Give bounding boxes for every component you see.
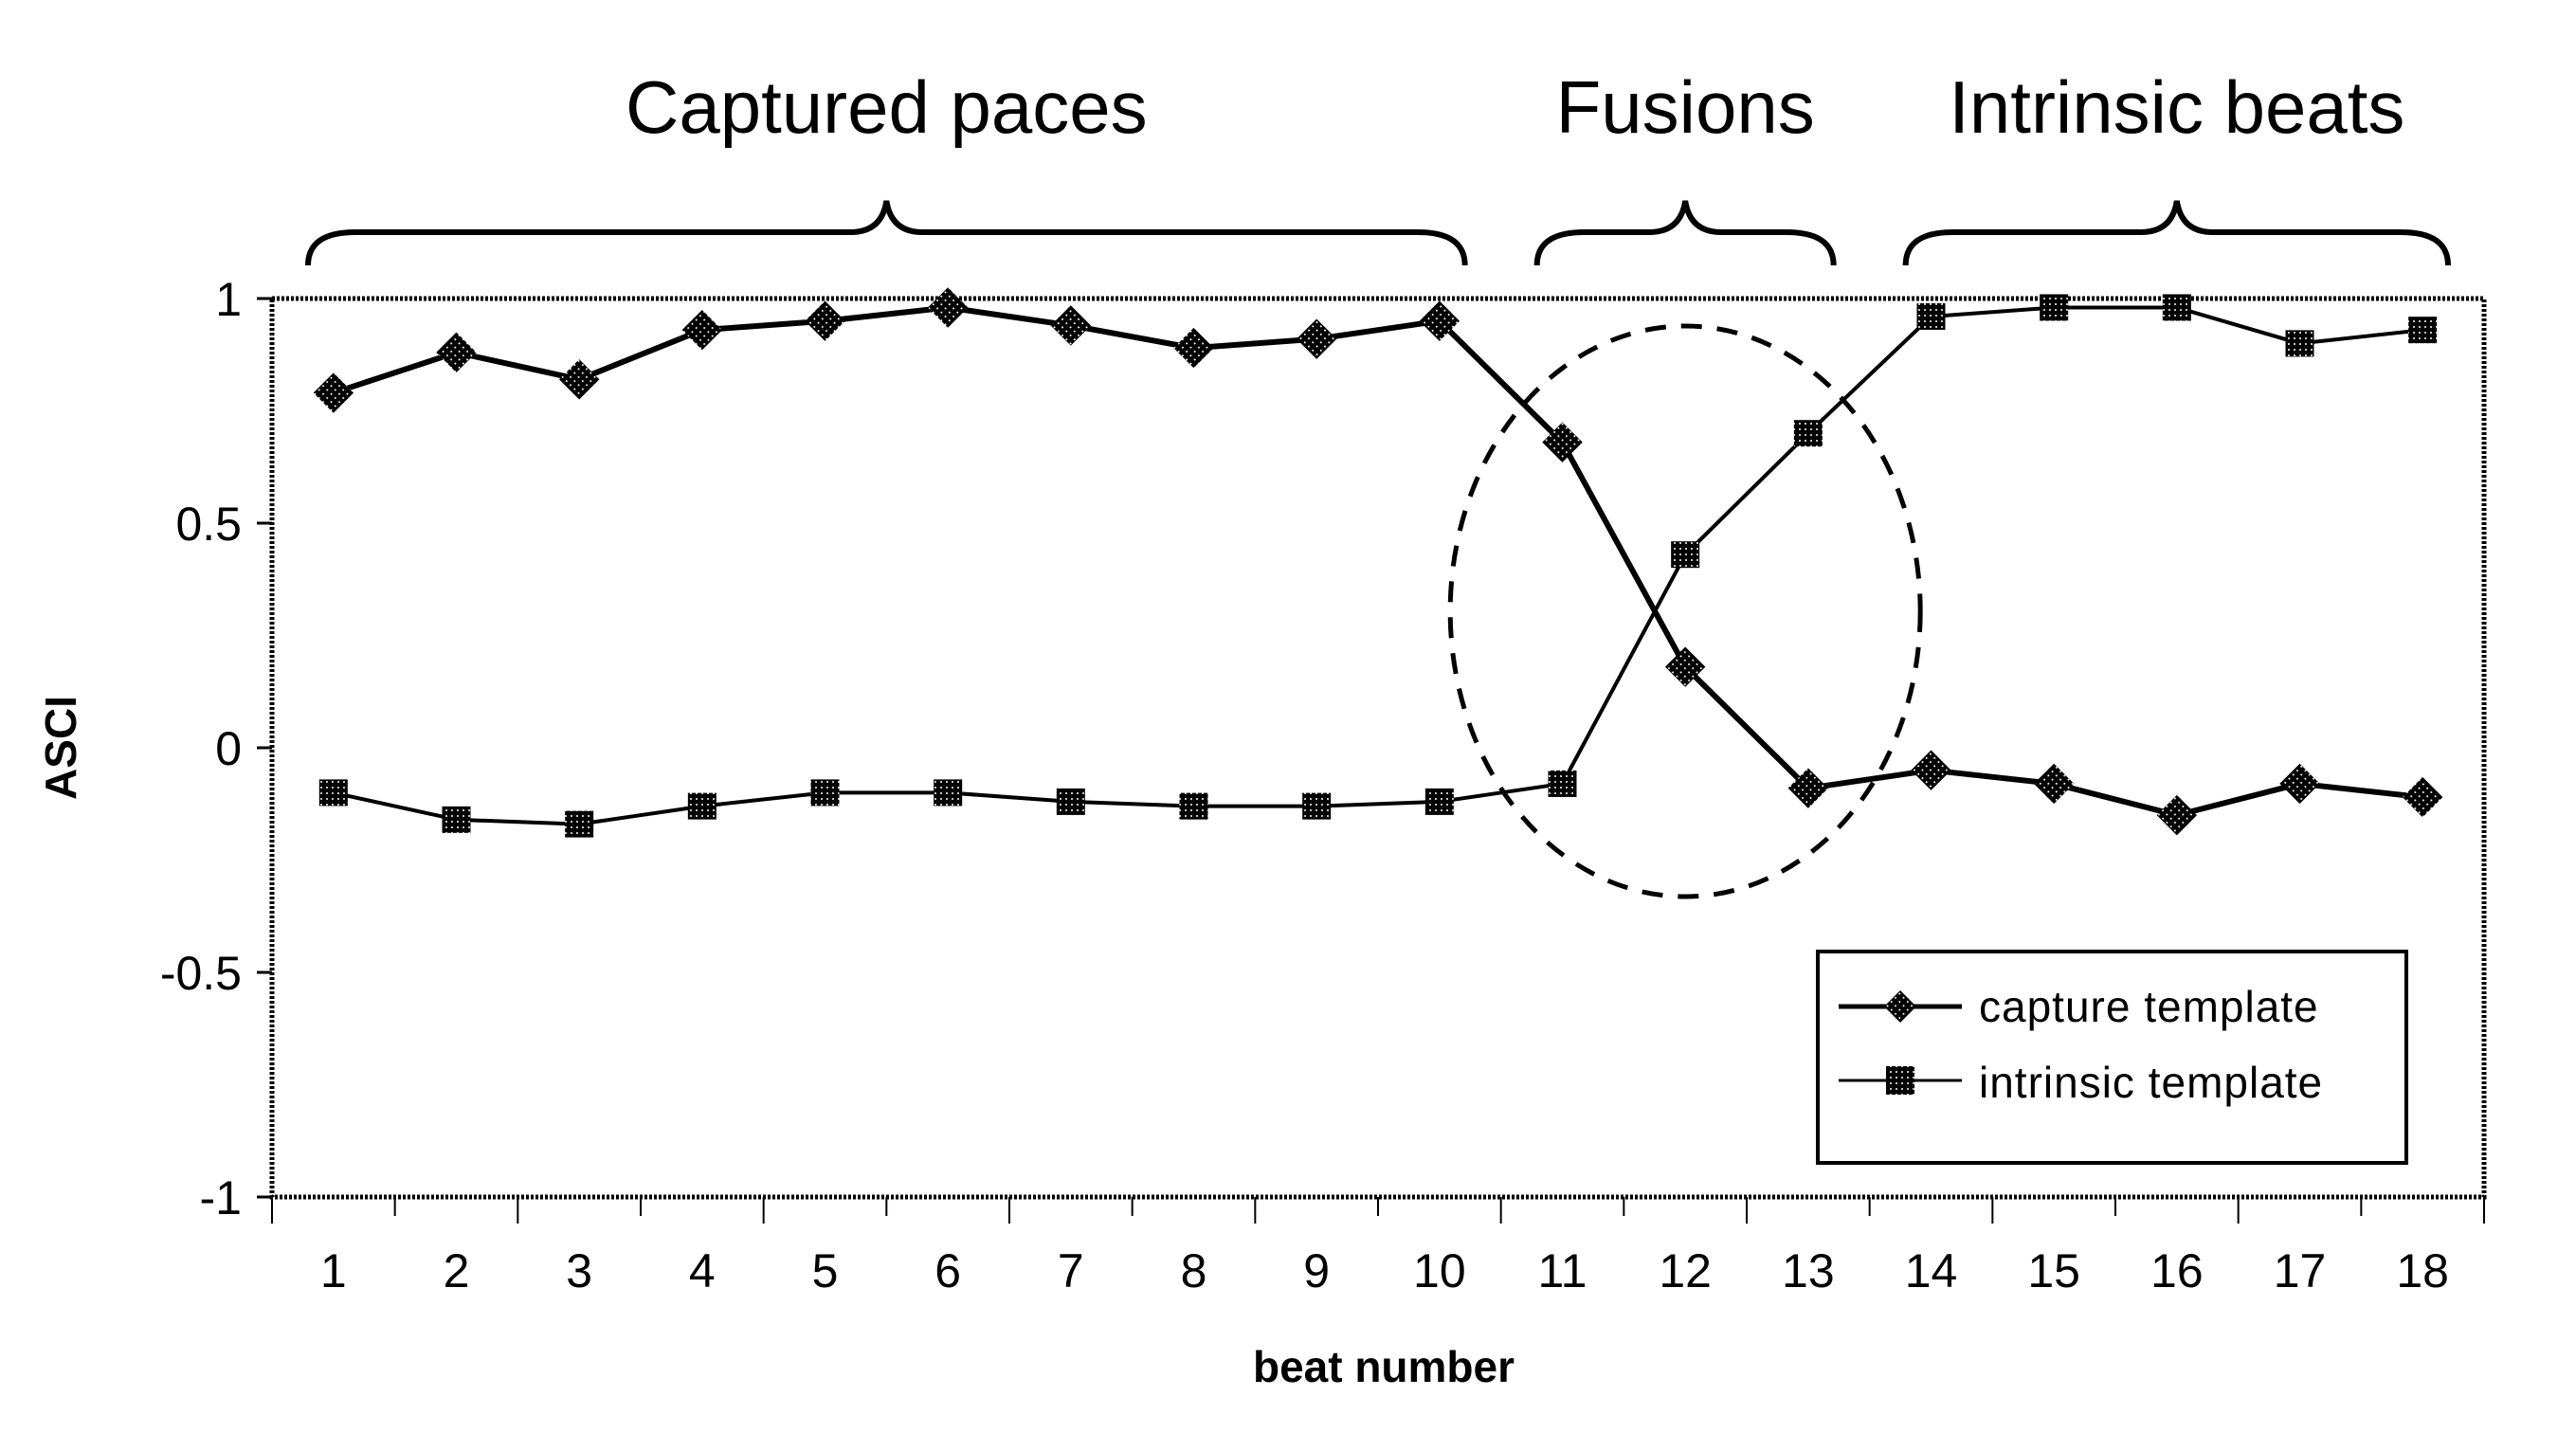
legend-square-icon bbox=[1886, 1066, 1914, 1095]
x-tick-label: 14 bbox=[1905, 1244, 1958, 1297]
data-point-capture bbox=[681, 309, 723, 351]
data-point-intrinsic bbox=[2040, 294, 2069, 321]
data-point-intrinsic bbox=[1671, 541, 1700, 569]
x-tick-label: 1 bbox=[320, 1244, 347, 1297]
data-point-intrinsic bbox=[1548, 770, 1577, 797]
x-tick-label: 5 bbox=[812, 1244, 839, 1297]
data-point-intrinsic bbox=[2285, 330, 2314, 357]
data-point-capture bbox=[2156, 794, 2198, 836]
data-point-capture bbox=[1296, 318, 1337, 359]
group-brace bbox=[1533, 200, 1837, 266]
data-point-capture bbox=[805, 300, 845, 341]
legend-label-capture: capture template bbox=[1979, 982, 2319, 1031]
data-point-capture bbox=[1173, 327, 1214, 369]
x-tick-label: 8 bbox=[1181, 1244, 1207, 1297]
data-point-intrinsic bbox=[810, 779, 840, 807]
data-point-intrinsic bbox=[1056, 788, 1085, 815]
group-label-captured-paces: Captured paces bbox=[626, 65, 1148, 149]
x-tick-label: 2 bbox=[444, 1244, 470, 1297]
y-tick-label: 0 bbox=[215, 722, 242, 775]
data-point-intrinsic bbox=[442, 806, 471, 833]
group-label-intrinsic-beats: Intrinsic beats bbox=[1949, 65, 2404, 149]
data-point-capture bbox=[1911, 750, 1951, 790]
x-tick-label: 13 bbox=[1782, 1244, 1835, 1297]
asci-line-chart: Captured paces Fusions Intrinsic beats 1… bbox=[36, 65, 2487, 1391]
x-axis-title: beat number bbox=[1253, 1342, 1515, 1391]
data-point-capture bbox=[2279, 763, 2320, 805]
legend-label-intrinsic: intrinsic template bbox=[1979, 1058, 2323, 1107]
data-point-intrinsic bbox=[1424, 788, 1454, 815]
x-tick-label: 11 bbox=[1538, 1244, 1587, 1297]
x-tick-label: 16 bbox=[2150, 1244, 2204, 1297]
series-line-intrinsic-template bbox=[333, 305, 2423, 826]
group-braces bbox=[305, 200, 2451, 266]
x-axis: 1 2 3 4 5 6 7 8 9 10 11 12 13 14 15 16 17 18 bbox=[271, 1197, 2485, 1297]
x-tick-label: 10 bbox=[1413, 1244, 1466, 1297]
group-label-fusions: Fusions bbox=[1556, 65, 1815, 149]
x-tick-label: 7 bbox=[1058, 1244, 1084, 1297]
y-tick-label: -0.5 bbox=[160, 947, 242, 1000]
data-point-intrinsic bbox=[934, 779, 963, 807]
data-point-intrinsic bbox=[2162, 294, 2191, 321]
data-point-intrinsic bbox=[1302, 792, 1332, 820]
data-point-intrinsic bbox=[687, 792, 717, 820]
y-axis-title: ASCI bbox=[36, 696, 85, 800]
y-axis: 1 0.5 0 -0.5 -1 bbox=[160, 273, 272, 1224]
y-tick-label: 1 bbox=[215, 273, 242, 326]
data-point-capture bbox=[436, 332, 477, 373]
data-point-intrinsic bbox=[318, 779, 348, 807]
fusion-highlight-ellipse bbox=[1447, 323, 1923, 899]
y-tick-label: -1 bbox=[200, 1171, 242, 1224]
x-tick-label: 4 bbox=[689, 1244, 716, 1297]
data-point-intrinsic bbox=[1916, 302, 1946, 330]
data-point-intrinsic bbox=[1793, 420, 1823, 447]
group-brace bbox=[1902, 200, 2451, 266]
x-tick-label: 18 bbox=[2396, 1244, 2449, 1297]
series-group bbox=[313, 287, 2443, 838]
data-point-intrinsic bbox=[565, 810, 594, 838]
x-tick-label: 9 bbox=[1303, 1244, 1330, 1297]
group-brace bbox=[305, 200, 1468, 266]
x-tick-label: 17 bbox=[2274, 1244, 2327, 1297]
y-tick-label: 0.5 bbox=[175, 498, 242, 551]
x-tick-label: 15 bbox=[2027, 1244, 2080, 1297]
data-point-capture bbox=[2033, 763, 2075, 805]
x-tick-label: 3 bbox=[566, 1244, 592, 1297]
data-point-capture bbox=[558, 359, 600, 400]
data-point-capture bbox=[1050, 305, 1092, 346]
legend: capture template intrinsic template bbox=[1816, 950, 2408, 1165]
data-point-capture bbox=[2402, 776, 2443, 818]
x-tick-label: 6 bbox=[934, 1244, 961, 1297]
data-point-intrinsic bbox=[2408, 317, 2438, 344]
x-tick-label: 12 bbox=[1659, 1244, 1712, 1297]
data-point-intrinsic bbox=[1179, 792, 1208, 820]
series-line-capture-template bbox=[332, 304, 2423, 819]
data-point-capture bbox=[927, 287, 969, 328]
data-point-capture bbox=[313, 372, 354, 413]
